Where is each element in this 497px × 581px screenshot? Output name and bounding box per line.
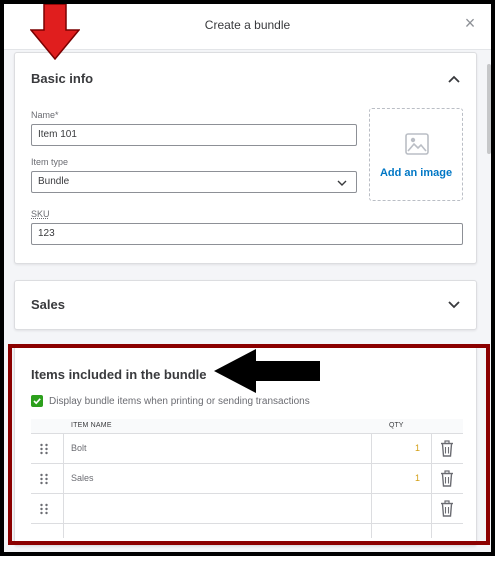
sku-label: SKU	[31, 209, 50, 219]
chevron-down-icon[interactable]	[446, 297, 462, 313]
name-field[interactable]: Item 101	[31, 124, 357, 146]
add-image-label: Add an image	[379, 167, 453, 179]
scrollbar-thumb[interactable]	[487, 64, 491, 154]
sales-section[interactable]: Sales	[14, 280, 477, 330]
item-type-label: Item type	[31, 157, 69, 167]
image-icon	[405, 133, 429, 155]
name-label: Name*	[31, 110, 59, 120]
arrow-down-annotation	[30, 4, 80, 60]
sales-title: Sales	[31, 297, 65, 312]
item-type-value: Bundle	[38, 176, 70, 187]
create-bundle-dialog: Create a bundle × Basic info Name* Item …	[0, 0, 495, 556]
basic-info-section: Basic info Name* Item 101 Item type Bund…	[14, 52, 477, 264]
sku-field[interactable]: 123	[31, 223, 463, 245]
add-image-button[interactable]: Add an image	[369, 108, 463, 201]
arrow-left-annotation	[214, 349, 320, 393]
chevron-up-icon[interactable]	[446, 71, 462, 87]
basic-info-title: Basic info	[31, 71, 94, 86]
chevron-down-icon	[337, 180, 347, 186]
close-icon[interactable]: ×	[459, 12, 481, 34]
item-type-select[interactable]: Bundle	[31, 171, 357, 193]
